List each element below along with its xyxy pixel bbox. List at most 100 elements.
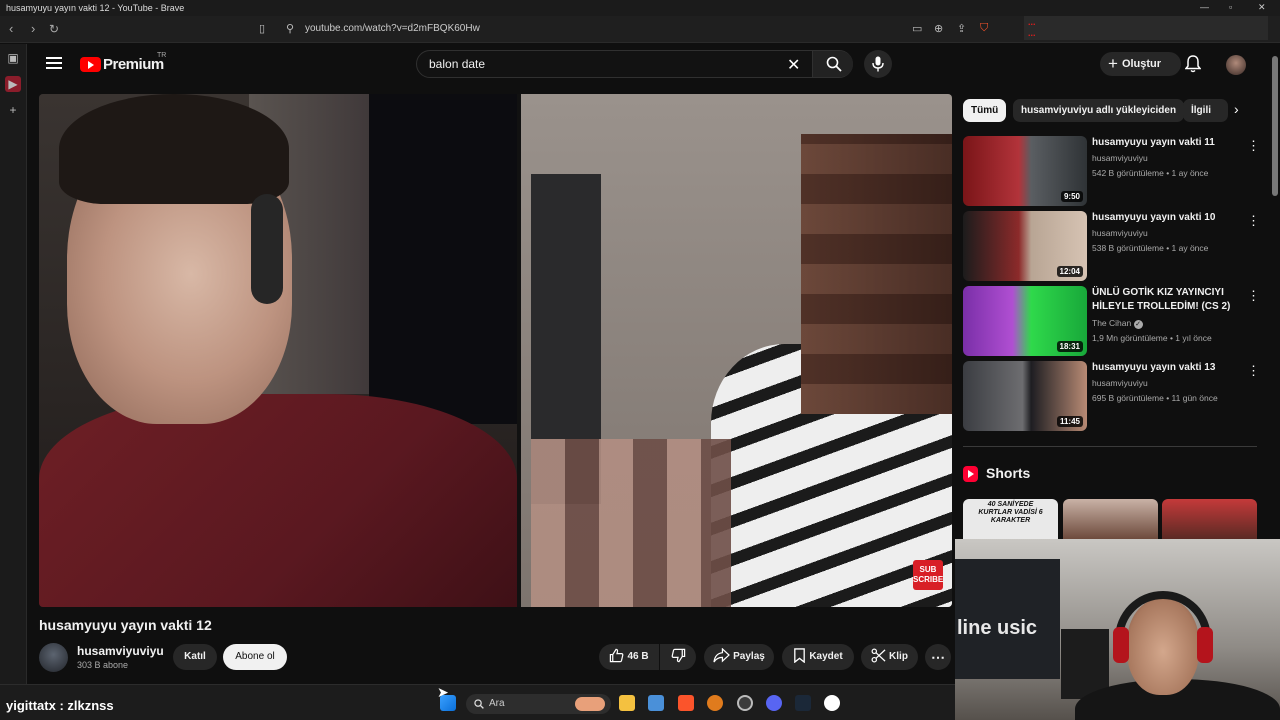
chip-all[interactable]: Tümü xyxy=(963,99,1007,122)
cast-icon[interactable]: ▭ xyxy=(912,22,922,35)
bookmark-icon[interactable]: ▯ xyxy=(259,22,265,35)
verified-check-icon: ✓ xyxy=(1133,320,1143,329)
browser-sidebar: ▣ ▶ + xyxy=(0,44,27,684)
section-divider xyxy=(963,446,1257,447)
video-thumbnail[interactable]: 9:50 xyxy=(963,136,1087,206)
more-options-icon[interactable]: ⋮ xyxy=(1247,363,1260,379)
brave-icon[interactable] xyxy=(678,695,694,711)
account-avatar[interactable] xyxy=(1226,55,1246,75)
forward-icon[interactable]: › xyxy=(31,21,35,36)
short-thumbnail[interactable] xyxy=(1063,499,1158,539)
pixelated-face xyxy=(531,439,731,607)
subscribe-button[interactable]: Abone ol xyxy=(223,644,287,670)
discord-icon[interactable] xyxy=(766,695,782,711)
share-icon[interactable]: ⇪ xyxy=(957,22,966,35)
recommendation-title[interactable]: husamyuyu yayın vakti 13 xyxy=(1092,361,1237,375)
save-button[interactable]: Kaydet xyxy=(782,644,854,670)
short-thumbnail[interactable] xyxy=(1162,499,1257,539)
channel-label: The Cihan xyxy=(1092,318,1132,328)
url-field[interactable]: youtube.com/watch?v=d2mFBQK60Hw xyxy=(305,23,480,34)
clip-label: Klip xyxy=(889,651,908,662)
recommendation-item[interactable]: 12:04 husamyuyu yayın vakti 10 husamviyu… xyxy=(963,211,1263,283)
minimize-icon[interactable]: — xyxy=(1200,2,1209,12)
recommendation-channel[interactable]: The Cihan ✓ xyxy=(1092,318,1143,329)
zoom-icon[interactable]: ⊕ xyxy=(934,22,943,35)
scrollbar-thumb[interactable] xyxy=(1272,56,1278,196)
save-bookmark-icon xyxy=(794,648,806,664)
channel-avatar[interactable] xyxy=(39,643,68,672)
chip-related[interactable]: İlgili xyxy=(1183,99,1228,122)
taskbar-search-placeholder: Ara xyxy=(489,698,505,709)
reload-icon[interactable]: ↻ xyxy=(49,22,59,36)
scissors-icon xyxy=(871,648,886,663)
app-icon[interactable] xyxy=(707,695,723,711)
search-button[interactable] xyxy=(812,51,853,77)
youtube-play-icon xyxy=(80,57,101,72)
share-button[interactable]: Paylaş xyxy=(704,644,774,670)
dislike-button[interactable] xyxy=(660,644,696,670)
video-thumbnail[interactable]: 11:45 xyxy=(963,361,1087,431)
create-button[interactable]: + Oluştur xyxy=(1100,52,1181,76)
clip-button[interactable]: Klip xyxy=(861,644,918,670)
ticker-line: ... xyxy=(1028,17,1036,27)
more-options-icon[interactable]: ⋮ xyxy=(1247,213,1260,229)
search-icon xyxy=(826,56,842,72)
search-icon xyxy=(474,699,484,709)
video-right-panel xyxy=(517,94,952,607)
recommendation-item[interactable]: 18:31 ÜNLÜ GOTİK KIZ YAYINCIYI HİLEYLE T… xyxy=(963,286,1263,358)
notifications-bell-icon[interactable] xyxy=(1185,55,1201,73)
subscriber-count: 303 B abone xyxy=(77,660,129,670)
file-explorer-icon[interactable] xyxy=(619,695,635,711)
brave-shield-icon[interactable]: ⛉ xyxy=(980,22,988,35)
youtube-tab-icon[interactable]: ▶ xyxy=(5,76,21,92)
more-options-icon[interactable]: ⋮ xyxy=(1247,138,1260,154)
sidebar-panel-icon[interactable]: ▣ xyxy=(5,50,21,66)
search-box: ✕ xyxy=(416,50,853,78)
store-icon[interactable] xyxy=(648,695,664,711)
logo-region: TR xyxy=(157,52,167,59)
hamburger-menu-icon[interactable] xyxy=(46,57,62,69)
recommendation-channel[interactable]: husamviyuviyu xyxy=(1092,228,1148,238)
search-input[interactable] xyxy=(429,57,769,71)
short-caption: 40 SANİYEDE KURTLAR VADİSİ 6 KARAKTER xyxy=(978,501,1043,524)
chevron-right-icon[interactable]: › xyxy=(1234,101,1239,117)
close-window-icon[interactable]: ✕ xyxy=(1258,2,1266,13)
join-button[interactable]: Katıl xyxy=(173,644,217,670)
video-player[interactable]: SUB SCRIBE xyxy=(39,94,952,607)
video-thumbnail[interactable]: 18:31 xyxy=(963,286,1087,356)
recommendation-meta: 1,9 Mn görüntüleme • 1 yıl önce xyxy=(1092,333,1212,343)
more-options-icon[interactable]: ⋮ xyxy=(1247,288,1260,304)
like-count: 46 B xyxy=(627,651,649,662)
recommendation-channel[interactable]: husamviyuviyu xyxy=(1092,153,1148,163)
recommendation-title[interactable]: husamyuyu yayın vakti 10 xyxy=(1092,211,1237,225)
maximize-icon[interactable]: ▫ xyxy=(1229,2,1232,12)
voice-search-button[interactable] xyxy=(864,50,892,78)
clear-search-icon[interactable]: ✕ xyxy=(787,55,800,75)
steam-icon[interactable] xyxy=(795,695,811,711)
add-tab-icon[interactable]: + xyxy=(5,102,21,118)
page-scrollbar[interactable] xyxy=(1270,44,1280,539)
monitor: line usic xyxy=(955,559,1060,679)
duration-badge: 12:04 xyxy=(1056,266,1083,277)
site-info-icon[interactable]: ⚲ xyxy=(286,22,294,35)
back-icon[interactable]: ‹ xyxy=(9,21,13,36)
more-actions-button[interactable]: ⋯ xyxy=(925,644,951,670)
chip-uploader[interactable]: husamviyuviyu adlı yükleyiciden xyxy=(1013,99,1185,122)
search-highlight-icon xyxy=(575,697,605,711)
shorts-icon xyxy=(963,466,978,482)
app-icon[interactable] xyxy=(824,695,840,711)
recommendation-item[interactable]: 11:45 husamyuyu yayın vakti 13 husamviyu… xyxy=(963,361,1263,433)
recommendation-meta: 542 B görüntüleme • 1 ay önce xyxy=(1092,168,1209,178)
mouse-cursor-icon: ➤ xyxy=(437,684,449,700)
video-thumbnail[interactable]: 12:04 xyxy=(963,211,1087,281)
short-thumbnail[interactable]: 40 SANİYEDE KURTLAR VADİSİ 6 KARAKTER xyxy=(963,499,1058,539)
recommendation-channel[interactable]: husamviyuviyu xyxy=(1092,378,1148,388)
app-icon[interactable] xyxy=(737,695,753,711)
recommendation-title[interactable]: ÜNLÜ GOTİK KIZ YAYINCIYI HİLEYLE TROLLED… xyxy=(1092,286,1237,314)
thumbs-up-icon xyxy=(610,648,624,663)
channel-name[interactable]: husamviyuviyu xyxy=(77,644,164,658)
like-button[interactable]: 46 B xyxy=(599,644,659,670)
recommendation-title[interactable]: husamyuyu yayın vakti 11 xyxy=(1092,136,1237,150)
taskbar-search[interactable]: Ara xyxy=(466,694,611,714)
recommendation-item[interactable]: 9:50 husamyuyu yayın vakti 11 husamviyuv… xyxy=(963,136,1263,208)
